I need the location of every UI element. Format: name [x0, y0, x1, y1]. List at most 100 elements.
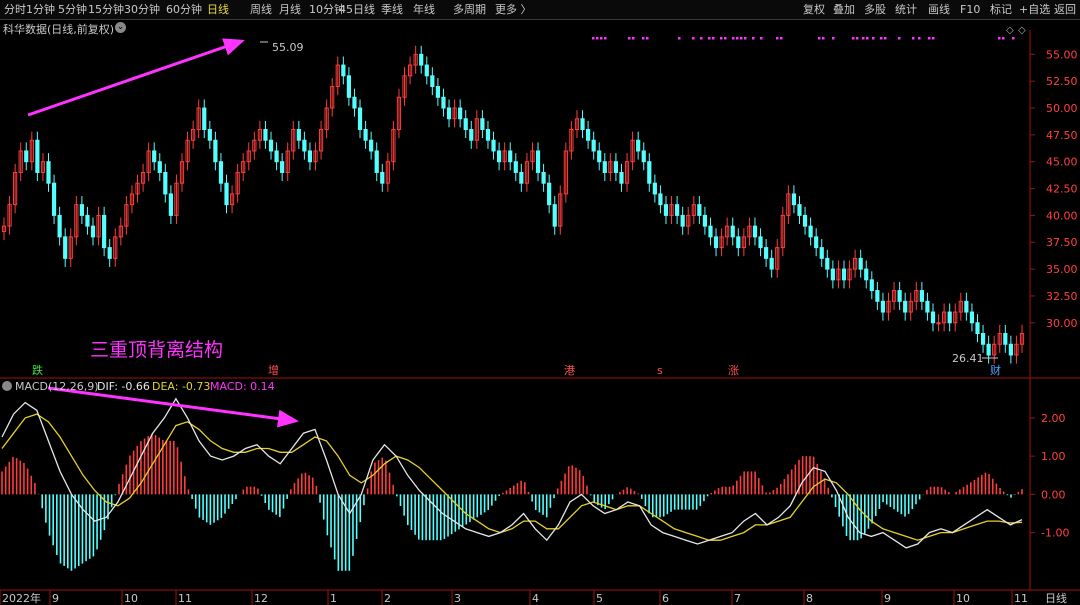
signal-dot: [692, 37, 695, 40]
high-price-label: 55.09: [272, 41, 304, 54]
candle-body: [814, 236, 819, 249]
time-tick-label: 2: [384, 592, 391, 605]
candle-body: [535, 150, 541, 173]
signal-dot: [678, 37, 681, 40]
signal-dot: [760, 37, 763, 40]
signal-dot: [912, 37, 915, 40]
event-marker[interactable]: 跌: [32, 363, 43, 377]
candle-body: [769, 257, 774, 270]
candle-body: [647, 161, 652, 184]
price-tick-label: 30.00: [1046, 317, 1078, 330]
signal-dot: [700, 37, 703, 40]
signal-dot: [918, 37, 921, 40]
signal-dot: [752, 37, 755, 40]
candle-body: [791, 193, 797, 206]
event-marker[interactable]: 港: [564, 364, 575, 377]
candle-body: [797, 204, 802, 216]
time-tick-label: 9: [52, 592, 59, 605]
candle-body: [202, 107, 207, 130]
candle-body: [897, 290, 902, 302]
candle-body: [424, 64, 429, 77]
candle-body: [51, 182, 57, 216]
signal-dot: [862, 37, 865, 40]
candle-body: [274, 150, 279, 163]
signal-dot: [642, 37, 645, 40]
event-marker[interactable]: 增: [268, 363, 279, 377]
candle-body: [930, 311, 936, 324]
candle-body: [875, 290, 880, 302]
signal-dot: [884, 37, 887, 40]
candle-body: [541, 171, 546, 184]
candle-body: [802, 214, 808, 227]
signal-dot: [932, 37, 935, 40]
divergence-annotation: 三重顶背离结构: [90, 339, 223, 361]
candle-body: [708, 225, 713, 238]
signal-dot: [712, 37, 715, 40]
time-tick-label: 6: [662, 592, 669, 605]
candle-body: [90, 225, 96, 238]
candle-body: [980, 333, 986, 345]
candle-body: [764, 247, 769, 259]
signal-dot: [720, 37, 723, 40]
candle-body: [702, 214, 708, 227]
signal-dot: [744, 37, 747, 40]
signal-dot: [880, 37, 883, 40]
macd-legend-macd: MACD: 0.14: [210, 380, 275, 393]
candle-body: [519, 171, 524, 184]
event-marker[interactable]: 财: [990, 363, 1001, 377]
signal-dot: [928, 37, 931, 40]
candle-body: [85, 214, 90, 227]
signal-dot: [780, 37, 783, 40]
candle-body: [663, 204, 669, 216]
signal-dot: [604, 37, 607, 40]
signal-dot: [898, 37, 901, 40]
candle-body: [1008, 343, 1013, 356]
time-tick-label: 5: [596, 592, 603, 605]
candle-body: [168, 193, 173, 216]
time-tick-label: 3: [454, 592, 461, 605]
candle-body: [441, 96, 446, 109]
settings-icon[interactable]: [2, 381, 12, 391]
event-marker[interactable]: 涨: [728, 364, 739, 377]
candle-body: [758, 236, 763, 249]
event-marker[interactable]: s: [657, 364, 663, 377]
candle-body: [508, 150, 513, 163]
time-tick-label: 8: [806, 592, 813, 605]
candle-body: [485, 128, 491, 141]
candle-body: [830, 268, 835, 281]
candle-body: [841, 268, 847, 281]
candle-body: [825, 257, 830, 270]
candle-body: [730, 225, 735, 238]
candle-body: [57, 214, 62, 238]
candle-body: [263, 128, 268, 141]
time-tick-label: 10: [124, 592, 138, 605]
candle-body: [936, 322, 941, 325]
signal-dot: [1012, 37, 1015, 40]
candle-body: [458, 107, 463, 120]
time-tick-label: 9: [884, 592, 891, 605]
signal-dot: [628, 37, 631, 40]
candle-body: [218, 161, 224, 184]
signal-dot: [852, 37, 855, 40]
candle-body: [346, 75, 351, 98]
candle-body: [107, 247, 112, 259]
candle-body: [302, 139, 307, 152]
candle-body: [641, 150, 646, 163]
price-tick-label: 55.00: [1046, 48, 1078, 61]
candle-body: [986, 343, 991, 356]
macd-legend-dea: DEA: -0.73: [152, 380, 210, 393]
price-tick-label: 37.50: [1046, 236, 1078, 249]
candle-body: [752, 225, 758, 238]
signal-dot: [724, 37, 727, 40]
candle-body: [24, 150, 29, 163]
candle-body: [547, 182, 552, 206]
divergence-arrow-price: [27, 38, 245, 117]
price-tick-label: 50.00: [1046, 102, 1078, 115]
macd-legend-dif: DIF: -0.66: [97, 380, 150, 393]
diamond-icon[interactable]: ◇: [1006, 25, 1014, 36]
signal-dot: [776, 37, 779, 40]
candle-body: [675, 204, 680, 216]
candle-body: [357, 107, 363, 130]
candle-body: [1003, 333, 1008, 345]
close-icon[interactable]: ◇: [1018, 25, 1026, 36]
